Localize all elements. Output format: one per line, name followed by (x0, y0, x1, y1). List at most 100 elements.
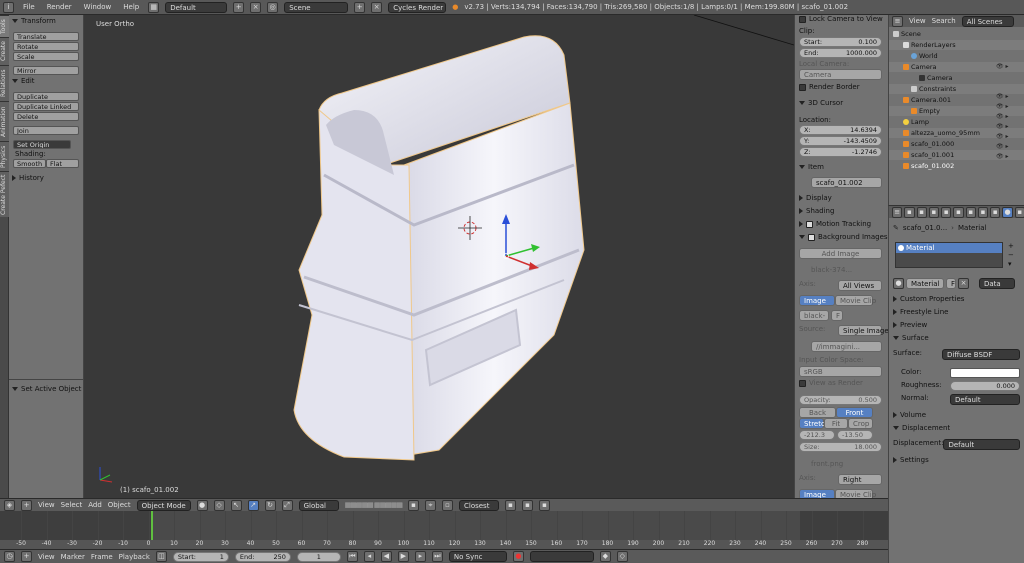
bg1-fake-user[interactable]: F (831, 310, 843, 321)
offset-y-field[interactable]: -13.50 (837, 430, 873, 440)
displacement-header[interactable]: Displacement (893, 424, 1020, 432)
rotate-button[interactable]: Rotate (13, 42, 79, 51)
layers-tab-icon[interactable]: ▪ (916, 206, 927, 218)
header-collapse-icon[interactable]: + (21, 499, 32, 511)
set-origin-dropdown[interactable]: Set Origin (13, 140, 71, 149)
edit-panel-header[interactable]: Edit (9, 76, 83, 87)
outliner-row-renderlayers[interactable]: RenderLayers (889, 40, 1024, 50)
keying-set-field[interactable] (529, 551, 594, 562)
snap-toggle-icon[interactable]: ⌖ (424, 499, 436, 511)
play-reverse-icon[interactable]: ◀ (380, 551, 392, 562)
bg1-name[interactable]: black-374... (811, 266, 882, 274)
material-unlink-icon[interactable]: × (958, 278, 969, 289)
layout-selector[interactable]: Default (165, 1, 228, 13)
orientation-dropdown[interactable]: Global (298, 499, 339, 511)
color-space-dropdown[interactable]: sRGB (799, 366, 882, 377)
start-frame-field[interactable]: Start: 1 (172, 551, 229, 562)
preview-header[interactable]: Preview (893, 321, 1020, 329)
current-frame-field[interactable]: 1 (296, 551, 341, 562)
breadcrumb-object[interactable]: scafo_01.0... (903, 224, 947, 232)
pivot-icon[interactable]: ◇ (213, 499, 225, 511)
smooth-button[interactable]: Smooth (13, 159, 46, 168)
constraints-tab-icon[interactable]: ▪ (965, 206, 976, 218)
properties-editor-icon[interactable]: ≡ (892, 206, 903, 218)
modifiers-tab-icon[interactable]: ▪ (977, 206, 989, 218)
tab-create-pefect[interactable]: Create Pefect (0, 171, 9, 217)
tl-menu-view[interactable]: View (38, 553, 55, 561)
sync-dropdown[interactable]: No Sync (448, 551, 507, 562)
displacement-dropdown[interactable]: Default (943, 439, 1020, 450)
scene-tab-icon[interactable]: ▪ (928, 206, 940, 218)
mirror-button[interactable]: Mirror (13, 66, 79, 75)
3d-view-editor-icon[interactable]: ◈ (4, 499, 15, 511)
tab-create[interactable]: Create (0, 37, 9, 65)
background-images-panel-header[interactable]: Background Images (799, 233, 888, 241)
local-camera-field[interactable]: Camera (799, 69, 882, 80)
front-button[interactable]: Front (836, 407, 873, 418)
material-fake-user[interactable]: F (946, 278, 956, 289)
editor-type-icon[interactable]: i (3, 1, 14, 13)
data-tab-icon[interactable]: ▪ (990, 206, 1001, 218)
normal-dropdown[interactable]: Default (950, 394, 1020, 405)
cursor-y-field[interactable]: Y: -143.4509 (799, 136, 882, 146)
opacity-field[interactable]: Opacity: 0.500 (799, 395, 882, 405)
3d-viewport[interactable]: User Ortho (1) scafo_01.002 (84, 15, 794, 498)
outliner-view-menu[interactable]: View (909, 17, 926, 25)
offset-x-field[interactable]: -212.3 (799, 430, 835, 440)
timeline[interactable]: -50 -40 -30 -20 -10 0 10 20 30 40 50 60 70 80 90 100 110… (0, 511, 888, 549)
lock-layers-icon[interactable]: ▪ (407, 499, 419, 511)
scene-remove-icon[interactable]: × (371, 1, 383, 13)
custom-properties-header[interactable]: Custom Properties (893, 295, 1020, 303)
timeline-editor-icon[interactable]: ◷ (4, 551, 15, 562)
layout-add-icon[interactable]: + (233, 1, 245, 13)
volume-header[interactable]: Volume (893, 411, 1020, 419)
render-engine-selector[interactable]: Cycles Render (388, 1, 447, 13)
menu-file[interactable]: File (20, 3, 38, 11)
opengl-render-icon[interactable]: ▪ (521, 499, 533, 511)
cursor-z-field[interactable]: Z: -1.2746 (799, 147, 882, 157)
viewport-shading-icon[interactable]: ● (196, 499, 208, 511)
back-button[interactable]: Back (799, 407, 836, 418)
image-tab-2[interactable]: Image (799, 489, 835, 498)
layout-icon[interactable]: ▦ (148, 1, 160, 13)
crop-button[interactable]: Crop (848, 418, 873, 429)
end-frame-field[interactable]: End: 250 (234, 551, 291, 562)
menu-view[interactable]: View (38, 501, 55, 509)
timeline-collapse-icon[interactable]: + (21, 551, 32, 562)
delete-button[interactable]: Delete (13, 112, 79, 121)
play-icon[interactable]: ▶ (397, 551, 409, 562)
outliner-search-menu[interactable]: Search (932, 17, 956, 25)
material-slot-item[interactable]: Material (896, 243, 1002, 253)
item-name-field[interactable]: scafo_01.002 (811, 177, 882, 188)
material-slot-list[interactable]: Material (895, 242, 1003, 268)
jump-key-forward-icon[interactable]: ▸ (414, 551, 426, 562)
transform-panel-header[interactable]: Transform (9, 16, 83, 27)
world-tab-icon[interactable]: ▪ (941, 206, 952, 218)
slot-add-remove-buttons[interactable]: + − ▾ (1008, 242, 1014, 269)
item-panel-header[interactable]: Item (799, 163, 882, 171)
flat-button[interactable]: Flat (46, 159, 79, 168)
browse-material-icon[interactable]: ● (893, 278, 904, 289)
menu-select[interactable]: Select (61, 501, 83, 509)
display-panel-header[interactable]: Display (799, 194, 882, 202)
movie-clip-tab[interactable]: Movie Clip (835, 295, 876, 306)
clip-start-field[interactable]: Start: 0.100 (799, 37, 882, 47)
movie-clip-tab-2[interactable]: Movie Clip (835, 489, 876, 498)
freestyle-line-header[interactable]: Freestyle Line (893, 308, 1020, 316)
breadcrumb-material[interactable]: Material (958, 224, 986, 232)
opengl-anim-icon[interactable]: ▪ (538, 499, 550, 511)
scene-icon[interactable]: ◎ (267, 1, 279, 13)
tl-menu-marker[interactable]: Marker (61, 553, 85, 561)
menu-render[interactable]: Render (44, 3, 75, 11)
axis-dropdown[interactable]: All Views (838, 280, 882, 291)
pin-icon[interactable]: ✎ (893, 224, 899, 232)
3d-cursor-panel-header[interactable]: 3D Cursor (799, 99, 882, 107)
size-field[interactable]: Size: 18.000 (799, 442, 882, 452)
settings-header[interactable]: Settings (893, 456, 1020, 464)
motion-tracking-panel-header[interactable]: Motion Tracking (799, 220, 882, 228)
menu-window[interactable]: Window (81, 3, 115, 11)
surface-shader-dropdown[interactable]: Diffuse BSDF (942, 349, 1020, 360)
bg2-name[interactable]: front.png (811, 460, 882, 468)
menu-object[interactable]: Object (108, 501, 131, 509)
material-link-dropdown[interactable]: Data (979, 278, 1015, 289)
